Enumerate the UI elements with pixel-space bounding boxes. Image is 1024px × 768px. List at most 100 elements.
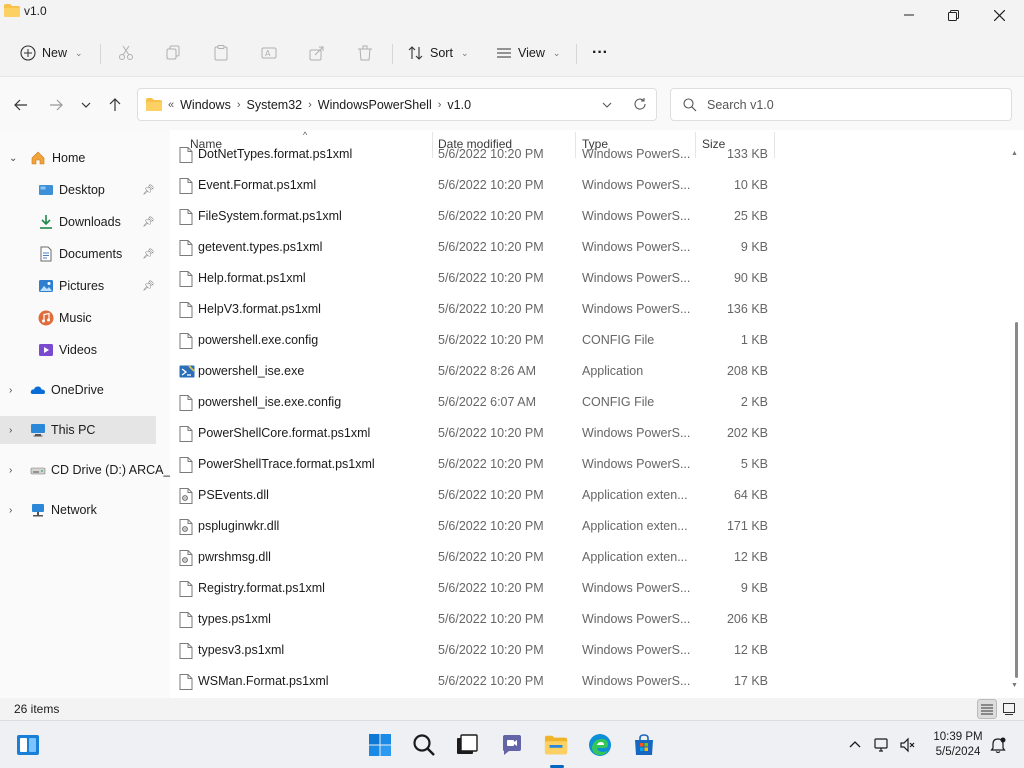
table-row[interactable]: powershell.exe.config 5/6/2022 10:20 PM CO… bbox=[170, 325, 1000, 356]
delete-button[interactable] bbox=[357, 38, 373, 68]
table-row[interactable]: getevent.types.ps1xml 5/6/2022 10:20 PM Wi… bbox=[170, 232, 1000, 263]
arrow-up-icon bbox=[109, 98, 121, 111]
cut-button[interactable] bbox=[118, 38, 134, 68]
table-row[interactable]: PSEvents.dll 5/6/2022 10:20 PM Application… bbox=[170, 480, 1000, 511]
chevron-down-icon[interactable]: ⌄ bbox=[9, 153, 21, 164]
details-view-button[interactable] bbox=[977, 699, 997, 719]
dll-icon bbox=[179, 550, 193, 566]
trash-icon bbox=[358, 45, 372, 61]
file-date-modified: 5/6/2022 10:20 PM bbox=[438, 488, 544, 502]
table-row[interactable]: Help.format.ps1xml 5/6/2022 10:20 PM Windo… bbox=[170, 263, 1000, 294]
close-button[interactable] bbox=[976, 0, 1022, 30]
file-type: Windows PowerS... bbox=[582, 612, 691, 626]
chevron-right-icon[interactable]: › bbox=[9, 425, 21, 436]
refresh-icon[interactable] bbox=[633, 97, 647, 111]
clock[interactable]: 10:39 PM 5/5/2024 bbox=[930, 730, 986, 760]
file-icon bbox=[179, 457, 193, 473]
file-type: CONFIG File bbox=[582, 395, 655, 409]
chevron-right-icon[interactable]: › bbox=[9, 385, 21, 396]
edge-button[interactable] bbox=[588, 733, 612, 757]
sort-button[interactable]: Sort ⌄ bbox=[408, 38, 468, 68]
table-row[interactable]: powershell_ise.exe 5/6/2022 8:26 AM Applic… bbox=[170, 356, 1000, 387]
taskbar-search-button[interactable] bbox=[412, 733, 436, 757]
sidebar-item-cd-drive[interactable]: › CD Drive (D:) ARCA_ bbox=[0, 456, 170, 484]
search-box[interactable]: Search v1.0 bbox=[670, 88, 1012, 121]
more-options-button[interactable]: ··· bbox=[592, 38, 608, 68]
table-row[interactable]: Event.Format.ps1xml 5/6/2022 10:20 PM Wind… bbox=[170, 170, 1000, 201]
chevron-right-icon[interactable]: › bbox=[9, 465, 21, 476]
table-row[interactable]: FileSystem.format.ps1xml 5/6/2022 10:20 P… bbox=[170, 201, 1000, 232]
store-button[interactable] bbox=[632, 733, 656, 757]
chevron-down-icon: ⌄ bbox=[460, 47, 469, 58]
scroll-down-icon[interactable]: ▼ bbox=[1011, 682, 1018, 689]
scrollbar-thumb[interactable] bbox=[1015, 322, 1018, 678]
file-explorer-button[interactable] bbox=[544, 733, 568, 757]
sidebar-item-network[interactable]: › Network bbox=[0, 496, 156, 524]
chevron-right-icon[interactable]: › bbox=[9, 505, 21, 516]
minimize-button[interactable] bbox=[886, 0, 932, 30]
share-button[interactable] bbox=[309, 38, 325, 68]
address-bar[interactable]: « Windows › System32 › WindowsPowerShell… bbox=[137, 88, 657, 121]
recent-locations-button[interactable] bbox=[77, 96, 95, 114]
sidebar-item-downloads[interactable]: Downloads 📌︎ bbox=[0, 208, 156, 236]
rename-button[interactable]: A bbox=[261, 38, 277, 68]
chat-button[interactable] bbox=[500, 733, 524, 757]
show-hidden-icons-button[interactable] bbox=[843, 733, 867, 757]
sidebar-item-home[interactable]: ⌄ Home bbox=[0, 144, 156, 172]
view-button[interactable]: View ⌄ bbox=[496, 38, 560, 68]
file-icon bbox=[179, 271, 193, 287]
sidebar-item-documents[interactable]: Documents 📌︎ bbox=[0, 240, 156, 268]
chevron-down-icon[interactable] bbox=[602, 100, 612, 110]
pictures-icon bbox=[39, 280, 53, 292]
table-row[interactable]: pwrshmsg.dll 5/6/2022 10:20 PM Application… bbox=[170, 542, 1000, 573]
sidebar-item-onedrive[interactable]: › OneDrive bbox=[0, 376, 156, 404]
pin-icon: 📌︎ bbox=[142, 280, 155, 292]
file-name: DotNetTypes.format.ps1xml bbox=[198, 147, 353, 161]
file-icon bbox=[179, 333, 193, 349]
sidebar-item-this-pc[interactable]: › This PC bbox=[0, 416, 156, 444]
chevron-right-icon: › bbox=[437, 98, 442, 111]
file-type: Windows PowerS... bbox=[582, 209, 691, 223]
file-size: 90 KB bbox=[733, 271, 768, 285]
table-row[interactable]: typesv3.ps1xml 5/6/2022 10:20 PM Windows P… bbox=[170, 635, 1000, 666]
table-row[interactable]: PowerShellCore.format.ps1xml 5/6/2022 10:… bbox=[170, 418, 1000, 449]
notifications-button[interactable] bbox=[986, 733, 1010, 757]
crumb-v1[interactable]: v1.0 bbox=[447, 98, 471, 112]
sidebar-item-videos[interactable]: Videos bbox=[0, 336, 156, 364]
file-date-modified: 5/6/2022 10:20 PM bbox=[438, 457, 544, 471]
network-tray-button[interactable] bbox=[870, 733, 894, 757]
table-row[interactable]: powershell_ise.exe.config 5/6/2022 6:07 A… bbox=[170, 387, 1000, 418]
back-button[interactable] bbox=[12, 96, 30, 114]
sidebar-item-desktop[interactable]: Desktop 📌︎ bbox=[0, 176, 156, 204]
file-type: Windows PowerS... bbox=[582, 643, 691, 657]
crumb-system32[interactable]: System32 bbox=[247, 98, 303, 112]
table-row[interactable]: DotNetTypes.format.ps1xml 5/6/2022 10:20 … bbox=[170, 139, 1000, 170]
sidebar-item-pictures[interactable]: Pictures 📌︎ bbox=[0, 272, 156, 300]
table-row[interactable]: pspluginwkr.dll 5/6/2022 10:20 PM Applicat… bbox=[170, 511, 1000, 542]
crumb-windowspowershell[interactable]: WindowsPowerShell bbox=[318, 98, 432, 112]
more-icon: ··· bbox=[592, 44, 608, 61]
scroll-up-icon[interactable]: ▲ bbox=[1011, 150, 1018, 157]
table-row[interactable]: WSMan.Format.ps1xml 5/6/2022 10:20 PM Wind… bbox=[170, 666, 1000, 697]
sidebar-item-music[interactable]: Music bbox=[0, 304, 156, 332]
table-row[interactable]: HelpV3.format.ps1xml 5/6/2022 10:20 PM Win… bbox=[170, 294, 1000, 325]
file-name: Event.Format.ps1xml bbox=[198, 178, 317, 192]
table-row[interactable]: PowerShellTrace.format.ps1xml 5/6/2022 10… bbox=[170, 449, 1000, 480]
widgets-button[interactable] bbox=[16, 733, 40, 757]
large-icons-view-button[interactable] bbox=[999, 699, 1019, 719]
volume-tray-button[interactable] bbox=[896, 733, 920, 757]
maximize-button[interactable] bbox=[930, 0, 976, 30]
up-button[interactable] bbox=[106, 96, 124, 114]
overflow-crumbs[interactable]: « bbox=[168, 99, 174, 111]
new-button[interactable]: New ⌄ bbox=[20, 38, 83, 68]
table-row[interactable]: types.ps1xml 5/6/2022 10:20 PM Windows Pow… bbox=[170, 604, 1000, 635]
forward-button[interactable] bbox=[47, 96, 65, 114]
paste-button[interactable] bbox=[213, 38, 229, 68]
file-name: PSEvents.dll bbox=[198, 488, 269, 502]
copy-button[interactable] bbox=[165, 38, 181, 68]
arrow-right-icon bbox=[50, 99, 63, 111]
crumb-windows[interactable]: Windows bbox=[180, 98, 231, 112]
table-row[interactable]: Registry.format.ps1xml 5/6/2022 10:20 PM W… bbox=[170, 573, 1000, 604]
task-view-button[interactable] bbox=[455, 733, 479, 757]
start-button[interactable] bbox=[368, 733, 392, 757]
